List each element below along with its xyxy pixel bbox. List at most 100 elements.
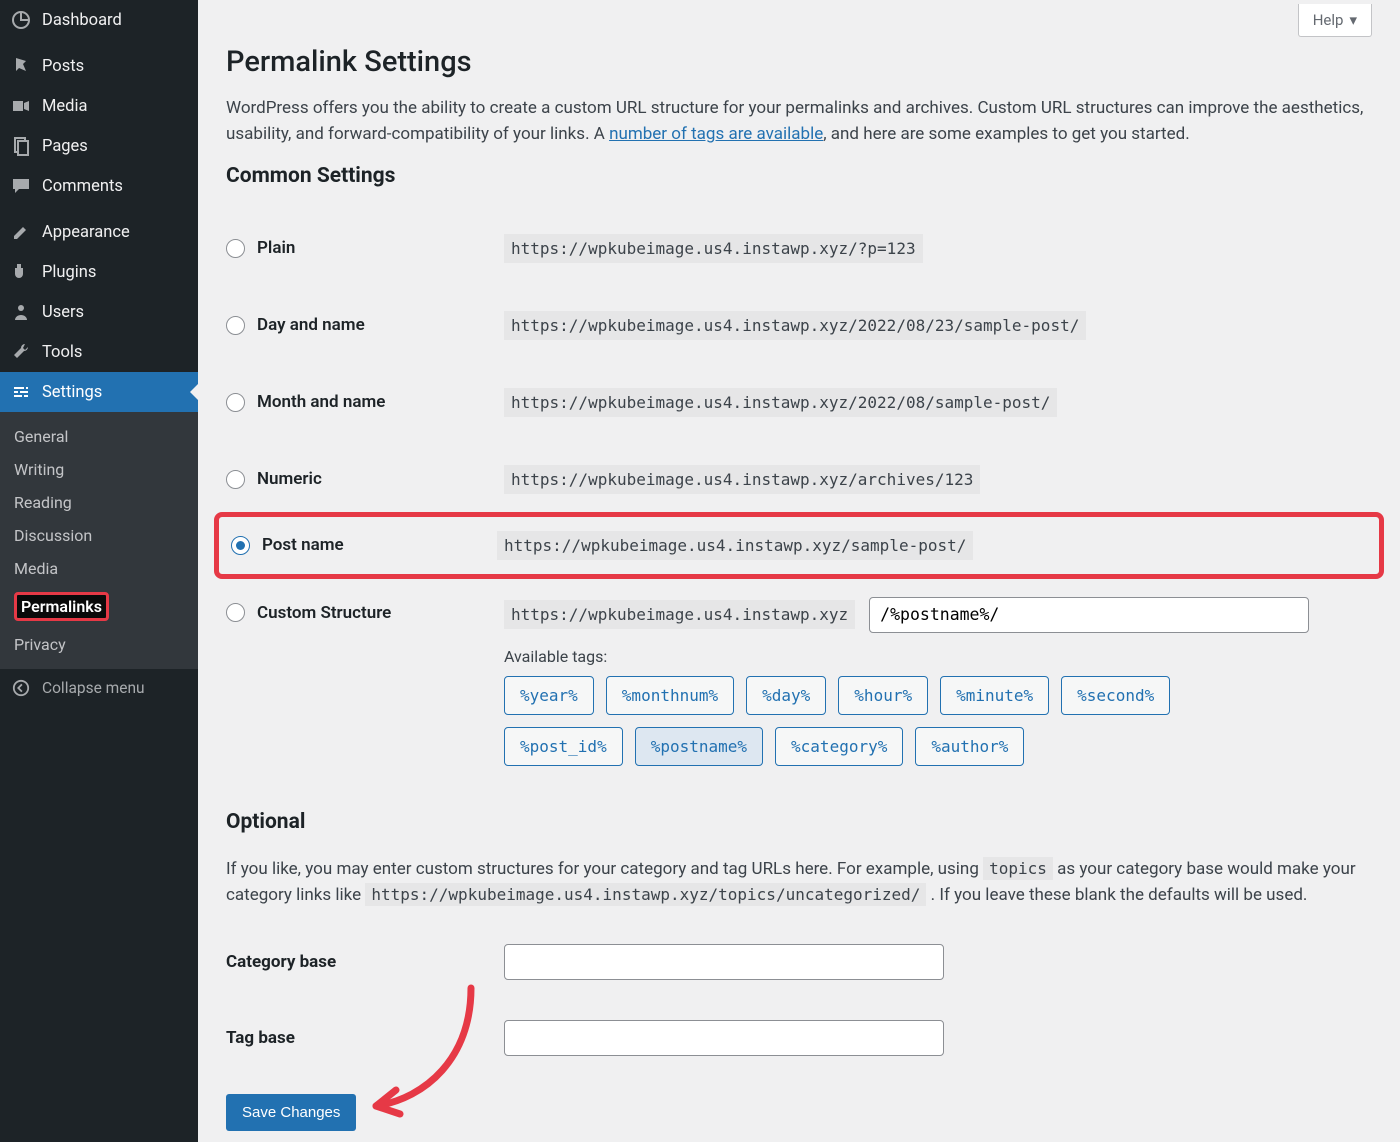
available-tags: %year% %monthnum% %day% %hour% %minute% … <box>504 676 1284 766</box>
dashboard-icon <box>10 10 32 30</box>
radio-dayname[interactable] <box>226 316 245 335</box>
sidebar-label: Posts <box>42 57 84 76</box>
permalink-option-plain-row: Plain https://wpkubeimage.us4.instawp.xy… <box>226 210 1372 287</box>
settings-submenu: General Writing Reading Discussion Media… <box>0 412 198 669</box>
permalink-option-numeric-row: Numeric https://wpkubeimage.us4.instawp.… <box>226 441 1372 518</box>
help-tab[interactable]: Help ▾ <box>1298 4 1372 37</box>
optional-text: . If you leave these blank the defaults … <box>931 885 1308 905</box>
permalink-option-postname-row: Post name https://wpkubeimage.us4.instaw… <box>214 512 1384 579</box>
users-icon <box>10 302 32 322</box>
save-changes-button[interactable]: Save Changes <box>226 1094 356 1131</box>
tag-category[interactable]: %category% <box>775 727 903 766</box>
tag-year[interactable]: %year% <box>504 676 594 715</box>
tag-day[interactable]: %day% <box>746 676 826 715</box>
tag-postname[interactable]: %postname% <box>635 727 763 766</box>
tag-post-id[interactable]: %post_id% <box>504 727 623 766</box>
permalink-option-custom-row: Custom Structure https://wpkubeimage.us4… <box>226 573 1372 766</box>
sidebar-item-plugins[interactable]: Plugins <box>0 252 198 292</box>
page-title: Permalink Settings <box>226 37 1372 95</box>
option-label: Plain <box>257 238 295 258</box>
custom-structure-input[interactable] <box>869 597 1309 633</box>
option-label: Day and name <box>257 315 365 335</box>
brush-icon <box>10 222 32 242</box>
tag-second[interactable]: %second% <box>1061 676 1170 715</box>
tag-hour[interactable]: %hour% <box>838 676 928 715</box>
tag-author[interactable]: %author% <box>915 727 1024 766</box>
common-settings-heading: Common Settings <box>226 164 1372 188</box>
tags-available-link[interactable]: number of tags are available <box>609 124 823 144</box>
annotation-highlight: Permalinks <box>14 592 109 621</box>
pages-icon <box>10 136 32 156</box>
sliders-icon <box>10 382 32 402</box>
sidebar-label: Appearance <box>42 223 130 242</box>
radio-monthname[interactable] <box>226 393 245 412</box>
option-example: https://wpkubeimage.us4.instawp.xyz/?p=1… <box>504 234 923 263</box>
sidebar-item-settings[interactable]: Settings <box>0 372 198 412</box>
tag-minute[interactable]: %minute% <box>940 676 1049 715</box>
permalink-option-dayname-row: Day and name https://wpkubeimage.us4.ins… <box>226 287 1372 364</box>
submenu-discussion[interactable]: Discussion <box>0 519 198 552</box>
sidebar-item-appearance[interactable]: Appearance <box>0 212 198 252</box>
sidebar-item-users[interactable]: Users <box>0 292 198 332</box>
sidebar-label: Media <box>42 97 87 116</box>
intro-text-after: , and here are some examples to get you … <box>823 124 1189 144</box>
content-area: Help ▾ Permalink Settings WordPress offe… <box>198 0 1400 1142</box>
option-example: https://wpkubeimage.us4.instawp.xyz/2022… <box>504 311 1086 340</box>
optional-heading: Optional <box>226 810 1372 834</box>
radio-custom[interactable] <box>226 603 245 622</box>
option-label: Numeric <box>257 469 322 489</box>
submenu-privacy[interactable]: Privacy <box>0 628 198 661</box>
sidebar-item-tools[interactable]: Tools <box>0 332 198 372</box>
optional-code-url: https://wpkubeimage.us4.instawp.xyz/topi… <box>365 883 926 906</box>
category-base-label: Category base <box>226 952 504 972</box>
tag-monthnum[interactable]: %monthnum% <box>606 676 734 715</box>
media-icon <box>10 96 32 116</box>
submenu-general[interactable]: General <box>0 420 198 453</box>
radio-numeric[interactable] <box>226 470 245 489</box>
sidebar-label: Users <box>42 303 84 322</box>
optional-paragraph: If you like, you may enter custom struct… <box>226 856 1372 909</box>
pin-icon <box>10 56 32 76</box>
submenu-media[interactable]: Media <box>0 552 198 585</box>
option-example: https://wpkubeimage.us4.instawp.xyz/2022… <box>504 388 1057 417</box>
wrench-icon <box>10 342 32 362</box>
optional-code-topics: topics <box>983 857 1053 880</box>
permalink-option-monthname-row: Month and name https://wpkubeimage.us4.i… <box>226 364 1372 441</box>
option-example: https://wpkubeimage.us4.instawp.xyz/arch… <box>504 465 980 494</box>
category-base-row: Category base <box>226 924 1372 1000</box>
help-label: Help <box>1313 11 1344 29</box>
sidebar-item-media[interactable]: Media <box>0 86 198 126</box>
category-base-input[interactable] <box>504 944 944 980</box>
sidebar-item-comments[interactable]: Comments <box>0 166 198 206</box>
sidebar-item-pages[interactable]: Pages <box>0 126 198 166</box>
sidebar-label: Settings <box>42 383 102 402</box>
option-label: Month and name <box>257 392 385 412</box>
sidebar-item-dashboard[interactable]: Dashboard <box>0 0 198 40</box>
comment-icon <box>10 176 32 196</box>
submenu-reading[interactable]: Reading <box>0 486 198 519</box>
optional-text: If you like, you may enter custom struct… <box>226 859 983 879</box>
intro-paragraph: WordPress offers you the ability to crea… <box>226 95 1372 148</box>
radio-postname[interactable] <box>231 536 250 555</box>
sidebar-item-posts[interactable]: Posts <box>0 46 198 86</box>
submenu-writing[interactable]: Writing <box>0 453 198 486</box>
chevron-down-icon: ▾ <box>1349 11 1357 29</box>
collapse-label: Collapse menu <box>42 679 145 697</box>
admin-sidebar: Dashboard Posts Media Pages Comments App… <box>0 0 198 1142</box>
plug-icon <box>10 262 32 282</box>
tag-base-input[interactable] <box>504 1020 944 1056</box>
radio-plain[interactable] <box>226 239 245 258</box>
option-label: Post name <box>262 535 344 555</box>
sidebar-label: Tools <box>42 343 82 362</box>
tag-base-label: Tag base <box>226 1028 504 1048</box>
custom-base-url: https://wpkubeimage.us4.instawp.xyz <box>504 600 855 629</box>
collapse-menu-button[interactable]: Collapse menu <box>0 669 198 707</box>
sidebar-label: Pages <box>42 137 88 156</box>
sidebar-label: Dashboard <box>42 11 122 30</box>
submenu-permalinks[interactable]: Permalinks <box>0 585 198 628</box>
tag-base-row: Tag base <box>226 1000 1372 1076</box>
chevron-left-circle-icon <box>10 679 32 697</box>
available-tags-label: Available tags: <box>504 647 1372 666</box>
option-label: Custom Structure <box>257 603 391 623</box>
sidebar-label: Comments <box>42 177 123 196</box>
